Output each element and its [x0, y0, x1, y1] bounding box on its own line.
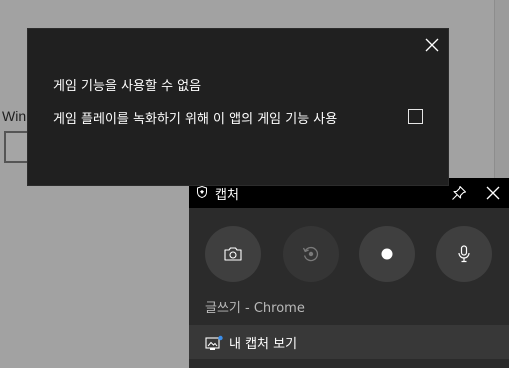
view-captures-button[interactable]: 내 캡처 보기	[189, 325, 509, 359]
record-last-button[interactable]	[283, 226, 339, 282]
game-features-dialog: 게임 기능을 사용할 수 없음 게임 플레이를 녹화하기 위해 이 앱의 게임 …	[28, 29, 448, 185]
camera-icon	[224, 247, 242, 261]
pin-icon[interactable]	[451, 185, 467, 201]
record-dot-icon	[381, 248, 393, 260]
microphone-icon	[458, 245, 470, 263]
capture-shield-icon	[197, 186, 207, 198]
enable-game-features-checkbox[interactable]	[408, 109, 423, 124]
view-captures-label: 내 캡처 보기	[229, 337, 298, 352]
gallery-icon	[205, 335, 223, 350]
background-label: Win	[2, 108, 27, 124]
replay-icon	[302, 246, 319, 262]
dialog-title: 게임 기능을 사용할 수 없음	[53, 79, 202, 94]
enable-game-features-label: 게임 플레이를 녹화하기 위해 이 앱의 게임 기능 사용	[53, 112, 338, 127]
capture-source-label: 글쓰기 - Chrome	[205, 301, 305, 316]
screenshot-button[interactable]	[205, 226, 261, 282]
dialog-close-icon[interactable]	[424, 37, 440, 53]
capture-title: 캡처	[215, 188, 239, 203]
microphone-button[interactable]	[436, 226, 492, 282]
capture-close-icon[interactable]	[485, 185, 501, 201]
start-recording-button[interactable]	[359, 226, 415, 282]
capture-widget: 캡처 글쓰기 - Chrome 내 캡처 보기	[189, 178, 509, 368]
